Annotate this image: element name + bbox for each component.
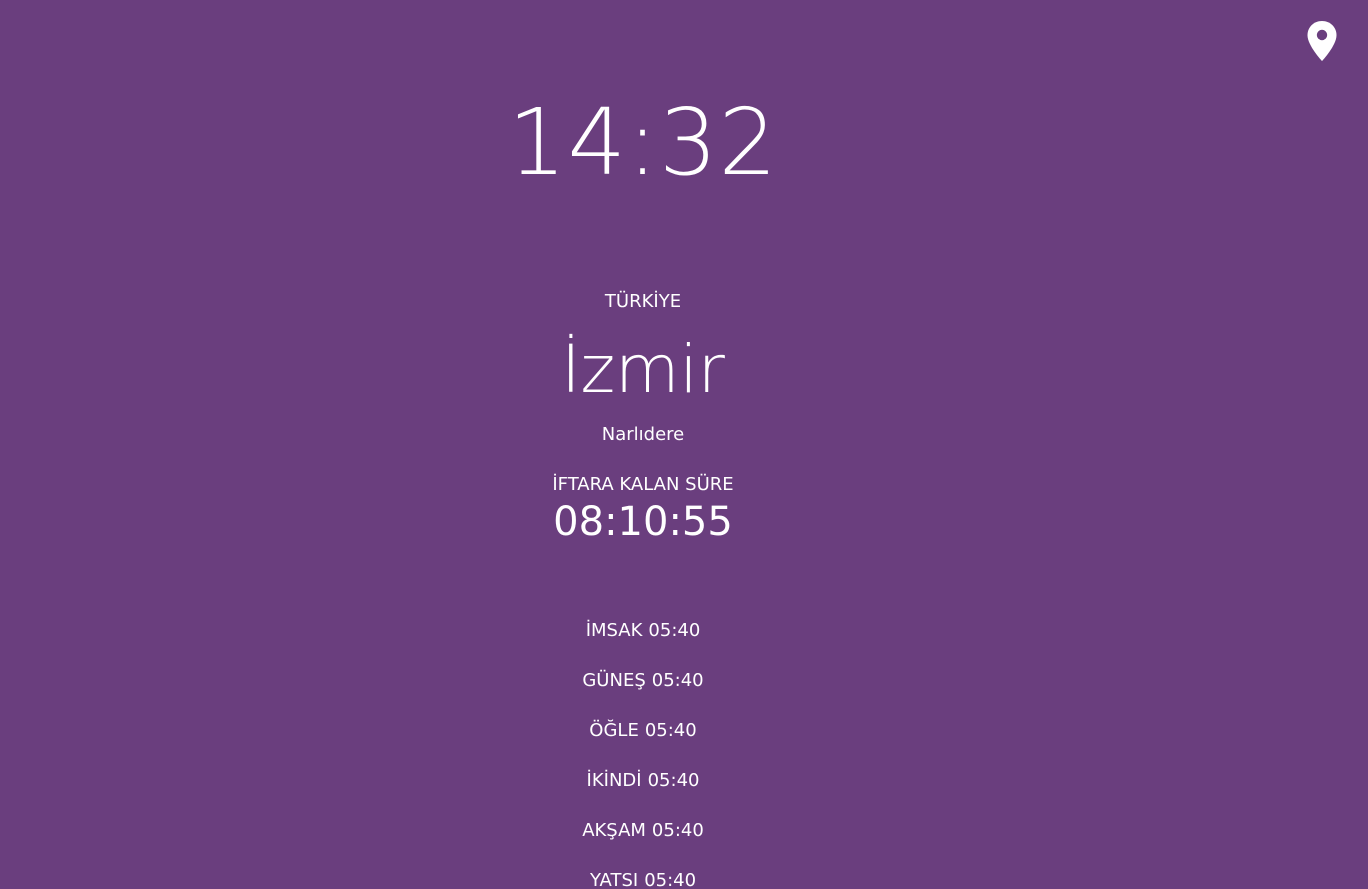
- prayer-time: 05:40: [651, 820, 704, 841]
- prayer-time-imsak: İMSAK 05:40: [0, 618, 1286, 668]
- prayer-time-aksam: AKŞAM 05:40: [0, 818, 1286, 868]
- prayer-time: 05:40: [644, 870, 697, 889]
- prayer-name: AKŞAM: [582, 820, 646, 841]
- prayer-name: YATSI: [589, 870, 639, 889]
- prayer-name: GÜNEŞ: [582, 670, 646, 691]
- prayer-time: 05:40: [651, 670, 704, 691]
- country-label: TÜRKİYE: [604, 291, 682, 312]
- prayer-name: İKİNDİ: [586, 770, 642, 791]
- prayer-time-gunes: GÜNEŞ 05:40: [0, 668, 1286, 718]
- prayer-time-ikindi: İKİNDİ 05:40: [0, 768, 1286, 818]
- prayer-times-list: İMSAK 05:40 GÜNEŞ 05:40 ÖĞLE 05:40 İKİNDİ 05…: [0, 618, 1286, 889]
- prayer-time: 05:40: [644, 720, 697, 741]
- prayer-time: 05:40: [647, 770, 700, 791]
- prayer-time-ogle: ÖĞLE 05:40: [0, 718, 1286, 768]
- countdown-timer: 08:10:55: [553, 499, 733, 545]
- prayer-name: İMSAK: [585, 620, 643, 641]
- prayer-times-screen: 14:32 TÜRKİYE İzmir Narlıdere İFTARA KAL…: [0, 0, 1368, 889]
- map-marker-icon: [1307, 21, 1337, 61]
- prayer-name: ÖĞLE: [589, 720, 639, 741]
- countdown-label: İFTARA KALAN SÜRE: [552, 474, 734, 495]
- district-name: Narlıdere: [601, 424, 685, 445]
- location-button[interactable]: [1306, 20, 1338, 62]
- city-name: İzmir: [561, 331, 725, 408]
- prayer-time: 05:40: [648, 620, 701, 641]
- prayer-time-yatsi: YATSI 05:40: [0, 868, 1286, 889]
- current-time: 14:32: [507, 89, 779, 196]
